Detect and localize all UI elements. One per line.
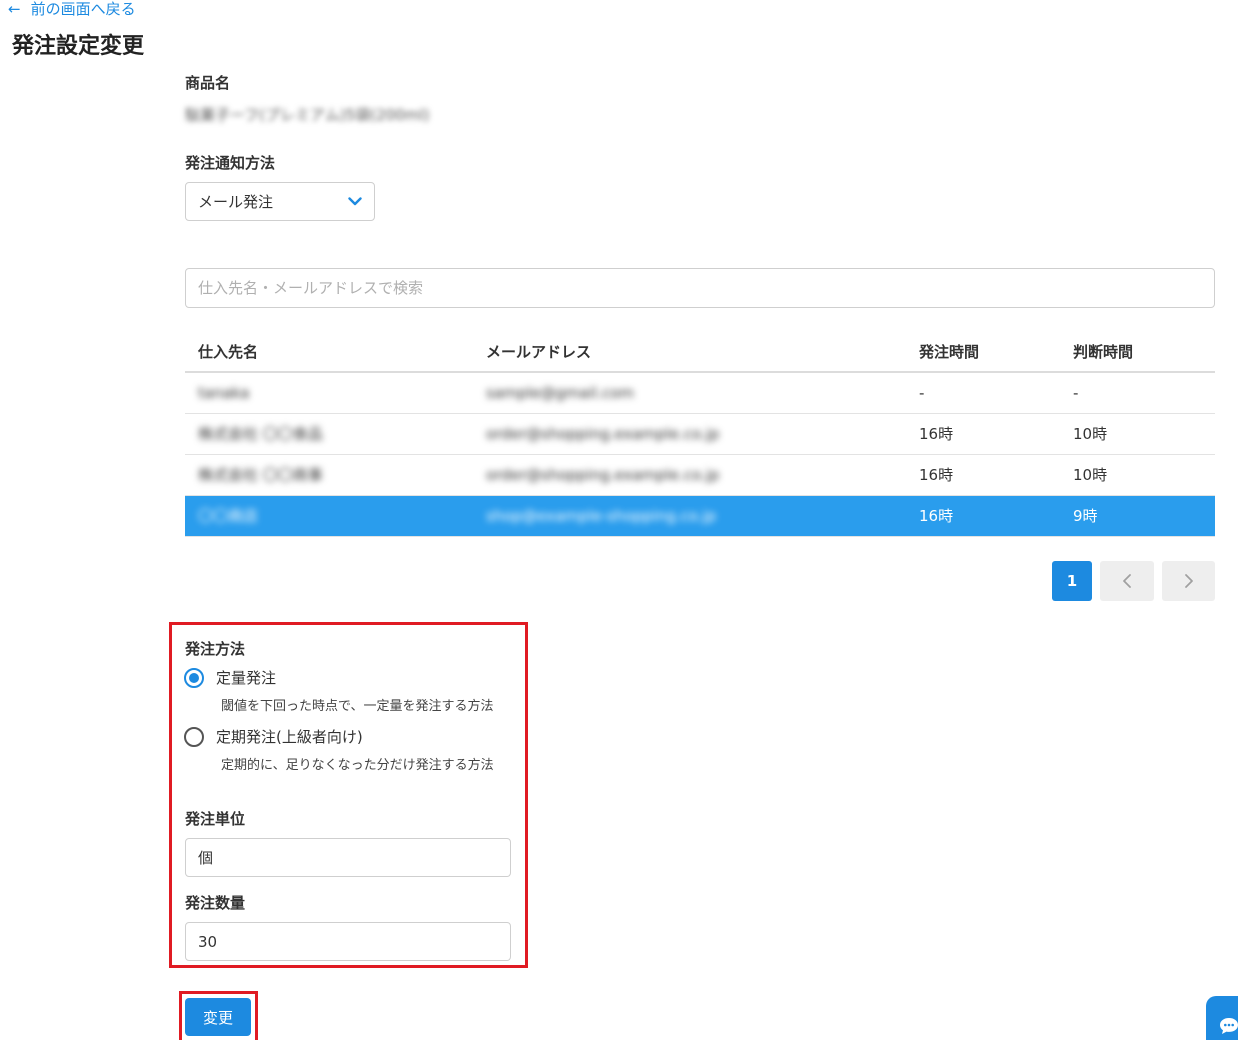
supplier-table: 仕入先名 メールアドレス 発注時間 判断時間 tanaka sample@gma… xyxy=(185,331,1215,537)
order-time: 16時 xyxy=(906,413,1060,455)
chevron-right-icon xyxy=(1184,574,1193,588)
supplier-name: 株式会社 〇〇商事 xyxy=(198,466,323,484)
supplier-email: shop@example-shopping.co.jp xyxy=(486,506,717,525)
supplier-email: sample@gmail.com xyxy=(486,383,635,402)
table-header-row: 仕入先名 メールアドレス 発注時間 判断時間 xyxy=(185,331,1215,373)
radio-fixed-quantity-desc: 閾値を下回った時点で、一定量を発注する方法 xyxy=(221,699,494,714)
supplier-name: 株式会社 〇〇食品 xyxy=(198,425,323,443)
order-time: 16時 xyxy=(906,454,1060,496)
column-header-judge-time: 判断時間 xyxy=(1060,331,1215,373)
judge-time: - xyxy=(1060,372,1215,414)
page-title: 発注設定変更 xyxy=(12,34,145,59)
notification-method-select[interactable]: メール発注 xyxy=(185,182,375,221)
prev-page-button[interactable] xyxy=(1100,561,1154,601)
supplier-email: order@shopping.example.co.jp xyxy=(486,424,720,443)
column-header-supplier-name: 仕入先名 xyxy=(185,331,473,373)
order-quantity-input[interactable] xyxy=(185,922,511,961)
chat-button[interactable] xyxy=(1206,996,1238,1040)
table-row[interactable]: 株式会社 〇〇商事 order@shopping.example.co.jp 1… xyxy=(185,454,1215,496)
supplier-email: order@shopping.example.co.jp xyxy=(486,465,720,484)
judge-time: 10時 xyxy=(1060,413,1215,455)
notification-method-value: メール発注 xyxy=(198,193,274,211)
radio-fixed-quantity-label: 定量発注 xyxy=(216,669,277,687)
supplier-name: tanaka xyxy=(198,383,250,402)
order-unit-label: 発注単位 xyxy=(185,810,246,828)
order-time: - xyxy=(906,372,1060,414)
page-1-button[interactable]: 1 xyxy=(1052,561,1092,601)
back-link[interactable]: ← 前の画面へ戻る xyxy=(8,0,136,19)
radio-periodic[interactable]: 定期発注(上級者向け) xyxy=(184,726,363,747)
order-method-label: 発注方法 xyxy=(185,640,246,658)
supplier-search-input[interactable] xyxy=(185,268,1215,308)
order-quantity-label: 発注数量 xyxy=(185,894,246,912)
column-header-email: メールアドレス xyxy=(473,331,906,373)
radio-unchecked-icon xyxy=(184,726,204,747)
column-header-order-time: 発注時間 xyxy=(906,331,1060,373)
order-unit-input[interactable] xyxy=(185,838,511,877)
arrow-left-icon: ← xyxy=(8,0,21,18)
table-row[interactable]: tanaka sample@gmail.com - - xyxy=(185,372,1215,414)
supplier-name: 〇〇商店 xyxy=(198,507,259,525)
judge-time: 10時 xyxy=(1060,454,1215,496)
radio-checked-icon xyxy=(184,667,204,688)
order-time: 16時 xyxy=(906,495,1060,537)
back-link-label: 前の画面へ戻る xyxy=(30,0,136,18)
chat-bubble-icon xyxy=(1220,1018,1238,1034)
next-page-button[interactable] xyxy=(1162,561,1215,601)
product-name-label: 商品名 xyxy=(185,74,231,92)
judge-time: 9時 xyxy=(1060,495,1215,537)
radio-periodic-desc: 定期的に、足りなくなった分だけ発注する方法 xyxy=(221,758,494,773)
radio-fixed-quantity[interactable]: 定量発注 xyxy=(184,667,276,688)
radio-periodic-label: 定期発注(上級者向け) xyxy=(216,728,363,746)
table-row-selected[interactable]: 〇〇商店 shop@example-shopping.co.jp 16時 9時 xyxy=(185,495,1215,537)
product-name-value: 駄菓子ーフ(プレミアム)5袋(200ml) xyxy=(185,106,430,124)
chevron-left-icon xyxy=(1123,574,1131,588)
notification-method-label: 発注通知方法 xyxy=(185,154,276,172)
table-row[interactable]: 株式会社 〇〇食品 order@shopping.example.co.jp 1… xyxy=(185,413,1215,455)
submit-button[interactable]: 変更 xyxy=(185,998,251,1036)
chevron-down-icon xyxy=(348,197,362,206)
